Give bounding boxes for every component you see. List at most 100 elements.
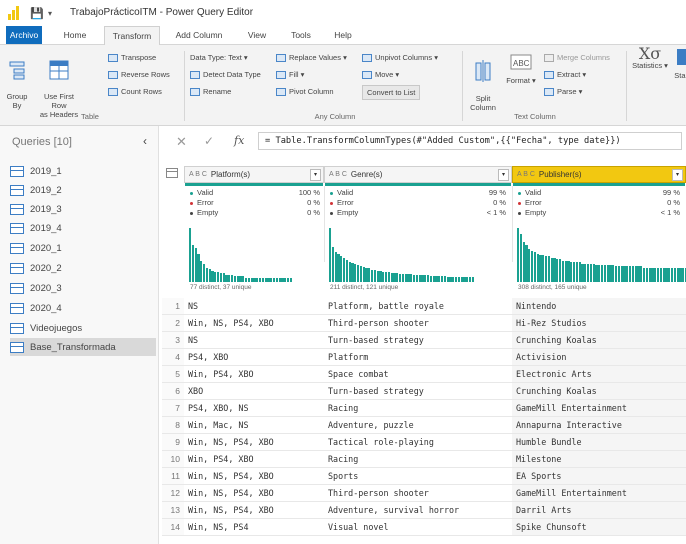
table-cell[interactable]: PS4, XBO, NS (184, 400, 324, 417)
row-number[interactable]: 4 (162, 349, 184, 366)
tab-tools[interactable]: Tools (284, 26, 318, 44)
query-item[interactable]: 2019_3 (10, 200, 156, 218)
table-cell[interactable]: GameMill Entertainment (512, 485, 686, 502)
reverse-rows-button[interactable]: Reverse Rows (108, 70, 170, 79)
table-cell[interactable]: Racing (324, 451, 512, 468)
table-cell[interactable]: Win, Mac, NS (184, 417, 324, 434)
table-cell[interactable]: Win, NS, PS4, XBO (184, 434, 324, 451)
table-cell[interactable]: Win, PS4, XBO (184, 451, 324, 468)
table-cell[interactable]: Spike Chunsoft (512, 519, 686, 536)
commit-formula-icon[interactable]: ✓ (204, 134, 214, 148)
table-cell[interactable]: Crunching Koalas (512, 383, 686, 400)
formula-input[interactable]: = Table.TransformColumnTypes(#"Added Cus… (258, 132, 682, 150)
table-cell[interactable]: Turn-based strategy (324, 383, 512, 400)
row-number[interactable]: 14 (162, 519, 184, 536)
table-cell[interactable]: Third-person shooter (324, 315, 512, 332)
table-cell[interactable]: Turn-based strategy (324, 332, 512, 349)
row-number[interactable]: 8 (162, 417, 184, 434)
query-item[interactable]: 2019_2 (10, 181, 156, 199)
row-number[interactable]: 13 (162, 502, 184, 519)
tab-view[interactable]: View (240, 26, 274, 44)
table-cell[interactable]: Humble Bundle (512, 434, 686, 451)
query-item[interactable]: 2020_3 (10, 279, 156, 297)
query-item[interactable]: 2020_4 (10, 299, 156, 317)
table-cell[interactable]: Hi-Rez Studios (512, 315, 686, 332)
row-number[interactable]: 11 (162, 468, 184, 485)
table-cell[interactable]: Platform (324, 349, 512, 366)
table-cell[interactable]: XBO (184, 383, 324, 400)
standard-button[interactable]: Stan (672, 49, 686, 80)
move-button[interactable]: Move ▾ (362, 70, 399, 79)
table-cell[interactable]: Win, NS, PS4, XBO (184, 502, 324, 519)
table-cell[interactable]: Nintendo (512, 298, 686, 315)
table-cell[interactable]: Visual novel (324, 519, 512, 536)
save-icon[interactable]: 💾 (30, 7, 44, 20)
fill-button[interactable]: Fill ▾ (276, 70, 304, 79)
cancel-formula-icon[interactable]: ✕ (176, 134, 187, 150)
query-item[interactable]: 2020_1 (10, 239, 156, 257)
column-header-platform[interactable]: A B C Platform(s) ▾ (184, 166, 324, 183)
unpivot-columns-button[interactable]: Unpivot Columns ▾ (362, 53, 438, 62)
replace-values-button[interactable]: Replace Values ▾ (276, 53, 347, 62)
row-number[interactable]: 10 (162, 451, 184, 468)
table-cell[interactable]: Win, PS4, XBO (184, 366, 324, 383)
table-cell[interactable]: Platform, battle royale (324, 298, 512, 315)
tab-archivo[interactable]: Archivo (6, 26, 42, 44)
row-number[interactable]: 9 (162, 434, 184, 451)
table-cell[interactable]: Milestone (512, 451, 686, 468)
pivot-column-button[interactable]: Pivot Column (276, 87, 334, 96)
table-cell[interactable]: Electronic Arts (512, 366, 686, 383)
parse-button[interactable]: Parse ▾ (544, 87, 582, 96)
table-cell[interactable]: Annapurna Interactive (512, 417, 686, 434)
table-cell[interactable]: NS (184, 332, 324, 349)
row-number[interactable]: 7 (162, 400, 184, 417)
column-filter-dropdown-icon[interactable]: ▾ (310, 169, 321, 181)
quick-access-dropdown-icon[interactable]: ▾ (48, 9, 52, 18)
column-header-genre[interactable]: A B C Genre(s) ▾ (324, 166, 512, 183)
collapse-chevron-icon[interactable]: ‹ (143, 134, 147, 148)
convert-to-list-button[interactable]: Convert to List (362, 85, 421, 100)
data-type-dropdown[interactable]: Data Type: Text ▾ (190, 53, 248, 62)
count-rows-button[interactable]: Count Rows (108, 87, 162, 96)
column-filter-dropdown-icon[interactable]: ▾ (498, 169, 509, 181)
tab-add-column[interactable]: Add Column (170, 26, 228, 44)
query-item[interactable]: 2019_4 (10, 219, 156, 237)
table-cell[interactable]: NS (184, 298, 324, 315)
row-number[interactable]: 5 (162, 366, 184, 383)
table-cell[interactable]: Win, NS, PS4 (184, 519, 324, 536)
table-cell[interactable]: Win, NS, PS4, XBO (184, 485, 324, 502)
table-cell[interactable]: Space combat (324, 366, 512, 383)
tab-help[interactable]: Help (328, 26, 358, 44)
table-cell[interactable]: Third-person shooter (324, 485, 512, 502)
row-number[interactable]: 12 (162, 485, 184, 502)
table-cell[interactable]: EA Sports (512, 468, 686, 485)
table-cell[interactable]: Win, NS, PS4, XBO (184, 468, 324, 485)
statistics-button[interactable]: Xσ Statistics ▾ (630, 46, 670, 71)
detect-data-type-button[interactable]: Detect Data Type (190, 70, 261, 79)
row-number[interactable]: 2 (162, 315, 184, 332)
table-cell[interactable]: Adventure, puzzle (324, 417, 512, 434)
table-cell[interactable]: Sports (324, 468, 512, 485)
table-cell[interactable]: Adventure, survival horror (324, 502, 512, 519)
use-first-row-headers-button[interactable]: Use First Row as Headers (36, 51, 82, 119)
row-number[interactable]: 1 (162, 298, 184, 315)
extract-button[interactable]: Extract ▾ (544, 70, 586, 79)
table-cell[interactable]: Darril Arts (512, 502, 686, 519)
table-cell[interactable]: Win, NS, PS4, XBO (184, 315, 324, 332)
format-button[interactable]: ABC Format ▾ (504, 51, 538, 85)
column-header-publisher[interactable]: A B C Publisher(s) ▾ (512, 166, 686, 183)
transpose-button[interactable]: Transpose (108, 53, 156, 62)
tab-home[interactable]: Home (58, 26, 92, 44)
query-item[interactable]: Videojuegos (10, 319, 156, 337)
split-column-button[interactable]: Split Column (466, 51, 500, 112)
group-by-button[interactable]: Group By (4, 51, 30, 110)
query-item[interactable]: 2019_1 (10, 162, 156, 180)
rename-button[interactable]: Rename (190, 87, 231, 96)
table-cell[interactable]: Racing (324, 400, 512, 417)
query-item-selected[interactable]: Base_Transformada (10, 338, 156, 356)
row-number[interactable]: 3 (162, 332, 184, 349)
tab-transform[interactable]: Transform (104, 26, 160, 46)
table-cell[interactable]: Tactical role-playing (324, 434, 512, 451)
query-item[interactable]: 2020_2 (10, 259, 156, 277)
row-number[interactable]: 6 (162, 383, 184, 400)
